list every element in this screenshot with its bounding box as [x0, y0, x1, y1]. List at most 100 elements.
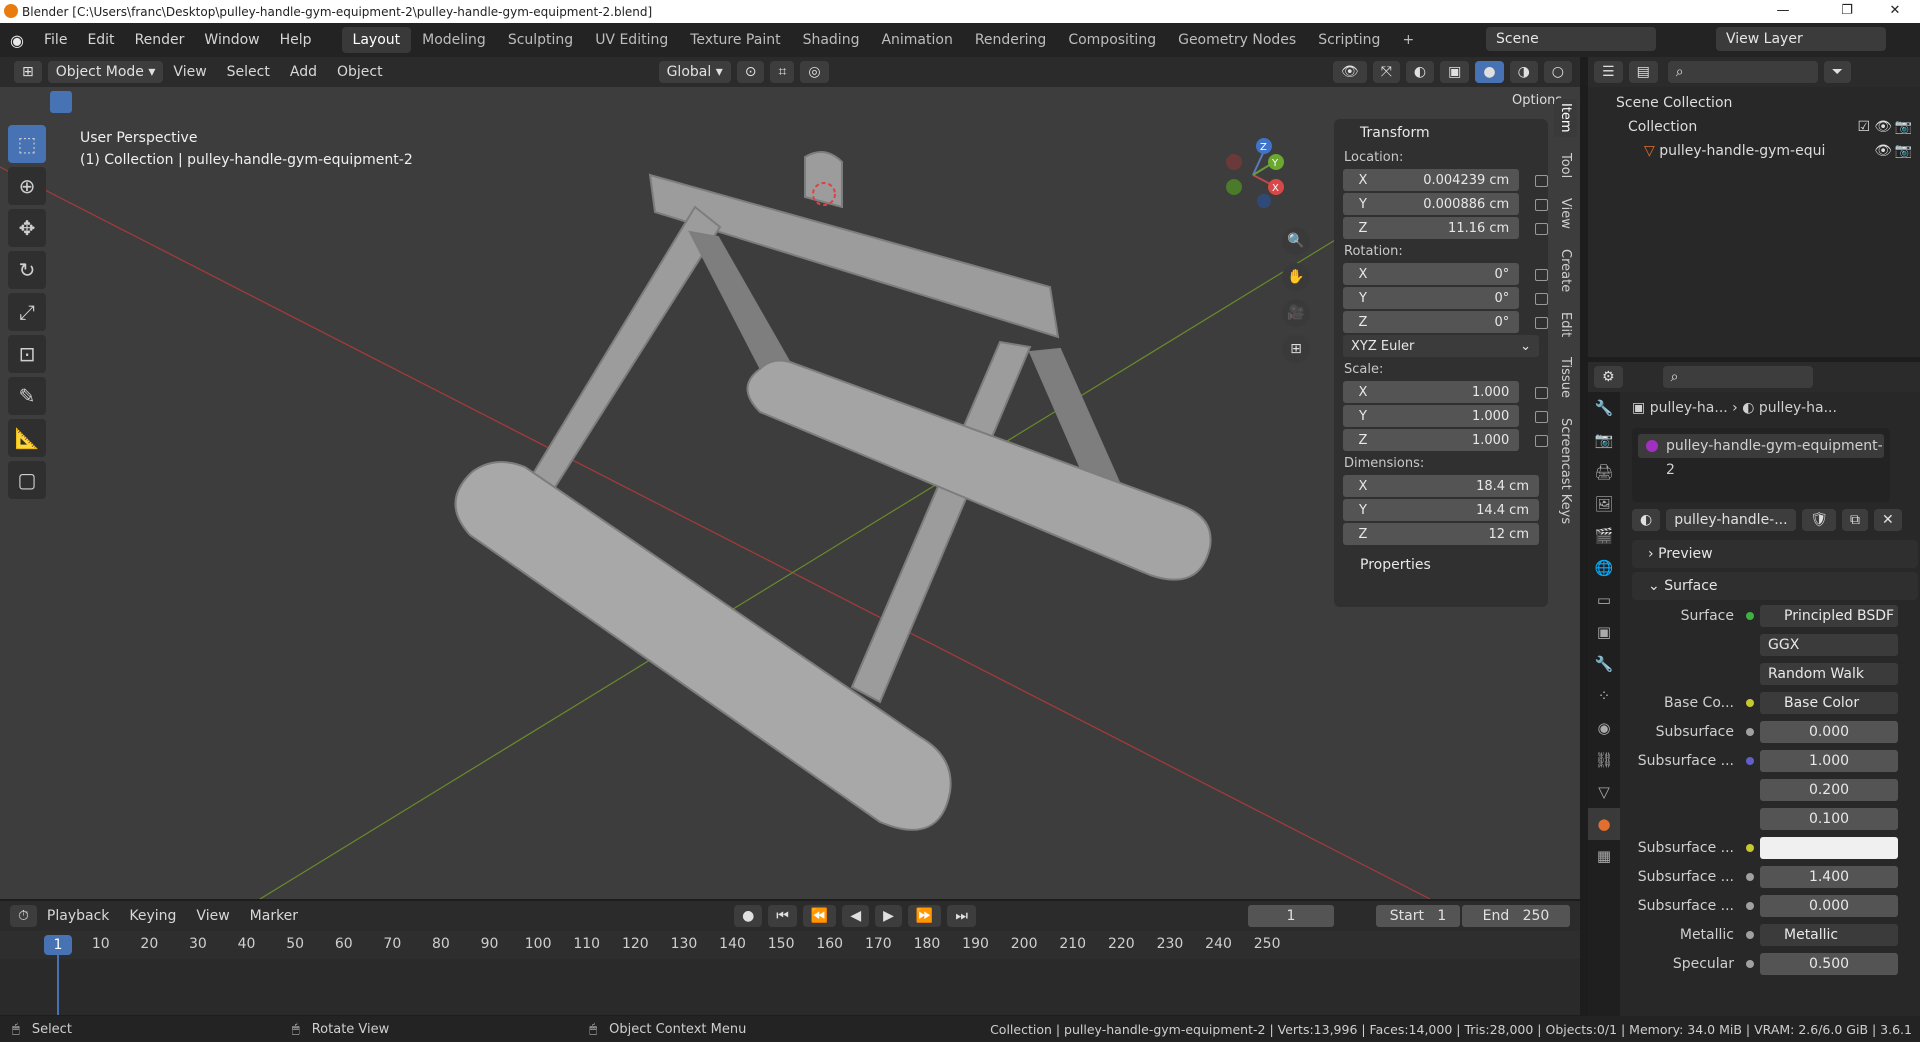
dimensions-y-field[interactable]: Y 14.4 cm — [1343, 499, 1539, 521]
annotate-icon[interactable]: ✎ — [8, 377, 46, 415]
measure-icon[interactable]: 📐 — [8, 419, 46, 457]
material-tab-icon[interactable]: ● — [1588, 808, 1620, 840]
tab-layout[interactable]: Layout — [341, 27, 412, 53]
socket-icon[interactable] — [1742, 721, 1760, 743]
dimensions-x-field[interactable]: X 18.4 cm — [1343, 475, 1539, 497]
tab-animation[interactable]: Animation — [870, 27, 963, 53]
menu-timeline-view[interactable]: View — [186, 908, 239, 924]
modifier-tab-icon[interactable]: 🔧 — [1588, 648, 1620, 680]
unlink-icon[interactable]: ✕ — [1874, 509, 1902, 531]
browse-material-icon[interactable]: ◐ — [1632, 509, 1661, 531]
dimensions-z-field[interactable]: Z 12 cm — [1343, 523, 1539, 545]
record-icon[interactable]: ● — [734, 905, 763, 927]
view-layer-tab-icon[interactable]: 🖼 — [1588, 488, 1620, 520]
preview-section[interactable]: › Preview — [1632, 540, 1918, 568]
current-frame-field[interactable]: 1 — [1248, 905, 1334, 927]
location-x-field[interactable]: X 0.004239 cm — [1343, 169, 1520, 191]
lock-icon[interactable] — [1535, 199, 1548, 211]
select-invert-icon[interactable] — [122, 91, 144, 113]
zoom-icon[interactable]: 🔍 — [1282, 227, 1310, 255]
socket-icon[interactable] — [1742, 605, 1760, 627]
rotation-y-field[interactable]: Y 0° — [1343, 287, 1520, 309]
socket-icon[interactable] — [1742, 779, 1760, 801]
world-tab-icon[interactable]: 🌐 — [1588, 552, 1620, 584]
close-button[interactable]: ✕ — [1872, 0, 1918, 23]
scale-icon[interactable]: ⤢ — [8, 293, 46, 331]
property-value-field[interactable]: Metallic — [1760, 924, 1898, 946]
start-frame-field[interactable]: Start 1 — [1376, 905, 1460, 927]
blender-menu-icon[interactable]: ◉ — [0, 31, 34, 50]
menu-object[interactable]: Object — [327, 64, 393, 80]
scene-tab-icon[interactable]: 🎬 — [1588, 520, 1620, 552]
side-tab-edit[interactable]: Edit — [1554, 308, 1577, 341]
outliner-editor-icon[interactable]: ☰ — [1594, 61, 1623, 83]
outliner-scene-collection[interactable]: Scene Collection — [1588, 91, 1920, 115]
checkbox-icon[interactable]: ☑ — [1857, 115, 1870, 139]
property-value-field[interactable]: 0.000 — [1760, 721, 1898, 743]
snap-icon[interactable]: ⌗ — [770, 61, 795, 83]
rotation-z-field[interactable]: Z 0° — [1343, 311, 1520, 333]
side-tab-screencast-keys[interactable]: Screencast Keys — [1554, 414, 1577, 528]
orientation-selector[interactable]: Global ▾ — [658, 61, 731, 83]
jump-end-icon[interactable]: ⏭ — [947, 905, 976, 927]
socket-icon[interactable] — [1742, 692, 1760, 714]
side-tab-tool[interactable]: Tool — [1554, 149, 1577, 182]
properties-subpanel-header[interactable]: Properties — [1334, 551, 1548, 579]
select-new-icon[interactable] — [50, 91, 72, 113]
property-value-field[interactable]: Random Walk — [1760, 663, 1898, 685]
camera-icon[interactable]: 📷 — [1895, 115, 1912, 139]
location-z-field[interactable]: Z 11.16 cm — [1343, 217, 1520, 239]
navigation-gizmo[interactable]: Z Y X — [1218, 131, 1288, 211]
minimize-button[interactable]: — — [1760, 0, 1806, 23]
add-workspace-button[interactable]: + — [1391, 27, 1425, 53]
timeline-editor-icon[interactable]: ⏱ — [10, 905, 37, 927]
visibility-icon[interactable]: 👁 — [1332, 61, 1367, 83]
select-extend-icon[interactable] — [74, 91, 96, 113]
proportional-edit-icon[interactable]: ◎ — [800, 61, 829, 83]
location-y-field[interactable]: Y 0.000886 cm — [1343, 193, 1520, 215]
socket-icon[interactable] — [1742, 808, 1760, 830]
tab-scripting[interactable]: Scripting — [1307, 27, 1391, 53]
socket-icon[interactable] — [1742, 895, 1760, 917]
tab-rendering[interactable]: Rendering — [964, 27, 1058, 53]
outliner-object[interactable]: ▽ pulley-handle-gym-equi 👁 📷 — [1588, 139, 1920, 163]
menu-view[interactable]: View — [163, 64, 216, 80]
side-tab-tissue[interactable]: Tissue — [1554, 353, 1577, 402]
xray-icon[interactable]: ▣ — [1440, 61, 1470, 83]
material-name-field[interactable]: pulley-handle-... — [1666, 509, 1797, 531]
fake-user-icon[interactable]: 🛡 — [1802, 509, 1836, 531]
side-tab-item[interactable]: Item — [1554, 99, 1577, 137]
overlay-icon[interactable]: ◐ — [1405, 61, 1435, 83]
tab-geometry-nodes[interactable]: Geometry Nodes — [1167, 27, 1307, 53]
transform-icon[interactable]: ⊡ — [8, 335, 46, 373]
new-material-icon[interactable]: ⧉ — [1842, 509, 1868, 531]
menu-render[interactable]: Render — [125, 32, 195, 48]
breadcrumb-material[interactable]: pulley-ha... — [1759, 400, 1837, 416]
add-cube-icon[interactable]: ▢ — [8, 461, 46, 499]
3d-viewport[interactable]: ⬚ ⊕ ✥ ↻ ⤢ ⊡ ✎ 📐 ▢ User Perspective (1) C… — [0, 87, 1580, 899]
object-tab-icon[interactable]: ▣ — [1588, 616, 1620, 648]
pan-icon[interactable]: ✋ — [1282, 263, 1310, 291]
scale-z-field[interactable]: Z 1.000 — [1343, 429, 1520, 451]
rotation-x-field[interactable]: X 0° — [1343, 263, 1520, 285]
side-tab-create[interactable]: Create — [1554, 245, 1577, 296]
mode-selector[interactable]: Object Mode ▾ — [47, 61, 164, 83]
lock-icon[interactable] — [1535, 317, 1548, 329]
lock-icon[interactable] — [1535, 269, 1548, 281]
property-value-field[interactable] — [1760, 837, 1898, 859]
socket-icon[interactable] — [1742, 837, 1760, 859]
socket-icon[interactable] — [1742, 953, 1760, 975]
output-tab-icon[interactable]: 🖨 — [1588, 456, 1620, 488]
tab-uv-editing[interactable]: UV Editing — [584, 27, 679, 53]
socket-icon[interactable] — [1742, 663, 1760, 685]
scale-y-field[interactable]: Y 1.000 — [1343, 405, 1520, 427]
frame-ruler[interactable]: 1 10 20 30 40 50 60 70 80 90 100 110 120 130 140 150 16… — [0, 931, 1580, 959]
lock-icon[interactable] — [1535, 411, 1548, 423]
pivot-icon[interactable]: ⊙ — [736, 61, 765, 83]
camera-icon[interactable]: 🎥 — [1282, 299, 1310, 327]
filter-icon[interactable]: ⏷ — [1823, 61, 1851, 83]
data-tab-icon[interactable]: ▽ — [1588, 776, 1620, 808]
shading-solid-icon[interactable]: ● — [1475, 61, 1504, 83]
socket-icon[interactable] — [1742, 866, 1760, 888]
texture-tab-icon[interactable]: ▦ — [1588, 840, 1620, 872]
